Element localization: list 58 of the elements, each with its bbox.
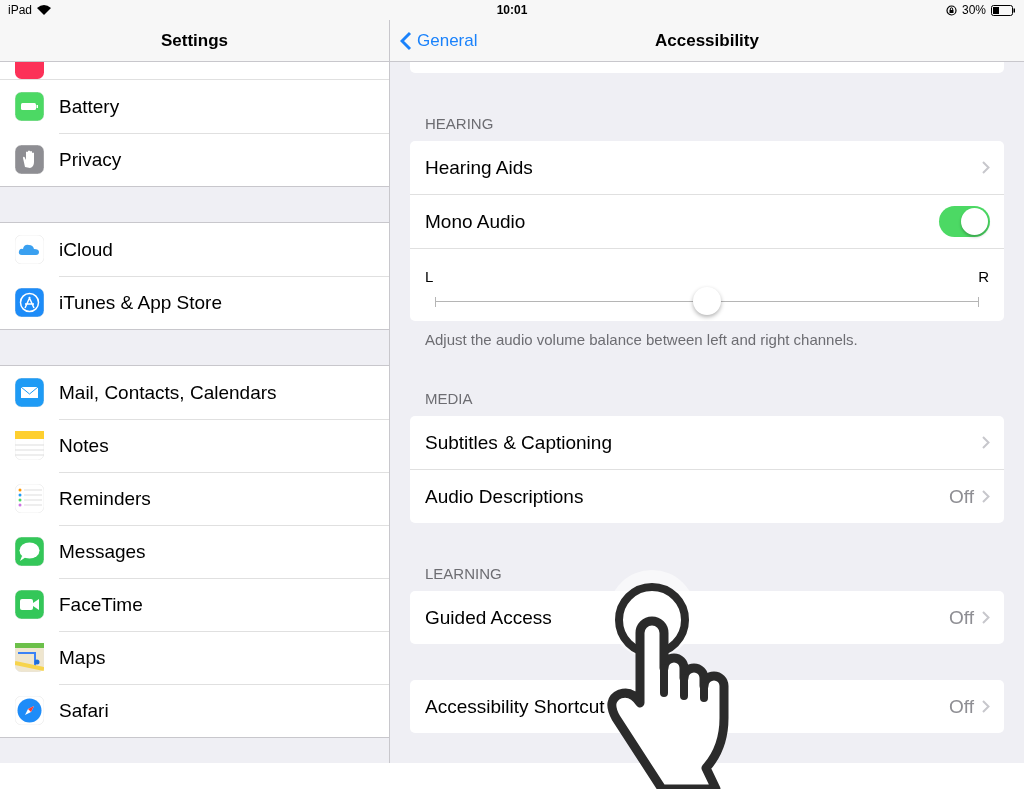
chevron-icon	[982, 611, 990, 624]
appstore-app-icon	[15, 288, 44, 317]
maps-app-icon	[15, 643, 44, 672]
notes-app-icon	[15, 431, 44, 460]
settings-row[interactable]: Hearing Aids	[410, 141, 1004, 194]
row-label: Guided Access	[425, 606, 553, 629]
section-header: HEARING	[425, 115, 495, 132]
section-footer: Adjust the audio volume balance between left and right channels.	[425, 331, 1004, 348]
chevron-icon	[982, 436, 990, 449]
clock: 10:01	[496, 3, 528, 17]
reminders-app-icon	[15, 484, 44, 513]
sidebar-item[interactable]: Privacy	[0, 133, 389, 186]
toggle-switch[interactable]	[939, 206, 990, 237]
section-header: MEDIA	[425, 390, 474, 407]
back-chevron-icon	[400, 30, 412, 51]
sidebar-item[interactable]: Mail, Contacts, Calendars	[0, 366, 389, 419]
settings-row[interactable]: Accessibility Shortcut Off	[410, 680, 1004, 733]
mail-app-icon	[15, 378, 44, 407]
page-title: Accessibility	[655, 30, 759, 51]
settings-row[interactable]: Audio Descriptions Off	[410, 469, 1004, 523]
sidebar-item[interactable]: Messages	[0, 525, 389, 578]
safari-app-icon	[15, 696, 44, 725]
battery-percent: 30%	[961, 3, 986, 17]
sidebar-title: Settings	[160, 30, 229, 51]
sidebar-item[interactable]: Maps	[0, 631, 389, 684]
icloud-app-icon	[15, 235, 44, 264]
settings-row[interactable]: Guided Access Off	[410, 591, 1004, 644]
chevron-icon	[982, 161, 990, 174]
battery-icon	[991, 4, 1016, 16]
chevron-icon	[982, 700, 990, 713]
sidebar-item[interactable]: iTunes & App Store	[0, 276, 389, 329]
messages-app-icon	[15, 537, 44, 566]
chevron-icon	[982, 490, 990, 503]
sidebar-item[interactable]: Reminders	[0, 472, 389, 525]
right-label: R	[978, 268, 989, 285]
row-label: Hearing Aids	[425, 156, 534, 179]
sidebar-item[interactable]: FaceTime	[0, 578, 389, 631]
sidebar-item[interactable]: Notes	[0, 419, 389, 472]
wifi-icon	[37, 5, 52, 15]
facetime-app-icon	[15, 590, 44, 619]
row-value: Off	[949, 695, 974, 718]
sidebar-item[interactable]: iCloud	[0, 223, 389, 276]
row-label: Subtitles & Captioning	[425, 431, 613, 454]
row-label: Accessibility Shortcut	[425, 695, 606, 718]
left-label: L	[425, 268, 434, 285]
sidebar-item[interactable]: Battery	[0, 80, 389, 133]
slider-thumb[interactable]	[693, 287, 721, 315]
battery-app-icon	[15, 92, 44, 121]
sidebar-item[interactable]: Safari	[0, 684, 389, 737]
section-header: LEARNING	[425, 565, 503, 582]
settings-row[interactable]: Subtitles & Captioning	[410, 416, 1004, 469]
row-value: Off	[949, 606, 974, 629]
row-label: Mono Audio	[425, 210, 527, 233]
rotation-lock-icon	[945, 4, 957, 16]
row-label: Audio Descriptions	[425, 485, 585, 508]
row-value: Off	[949, 485, 974, 508]
privacy-app-icon	[15, 145, 44, 174]
device-name: iPad	[8, 3, 33, 17]
